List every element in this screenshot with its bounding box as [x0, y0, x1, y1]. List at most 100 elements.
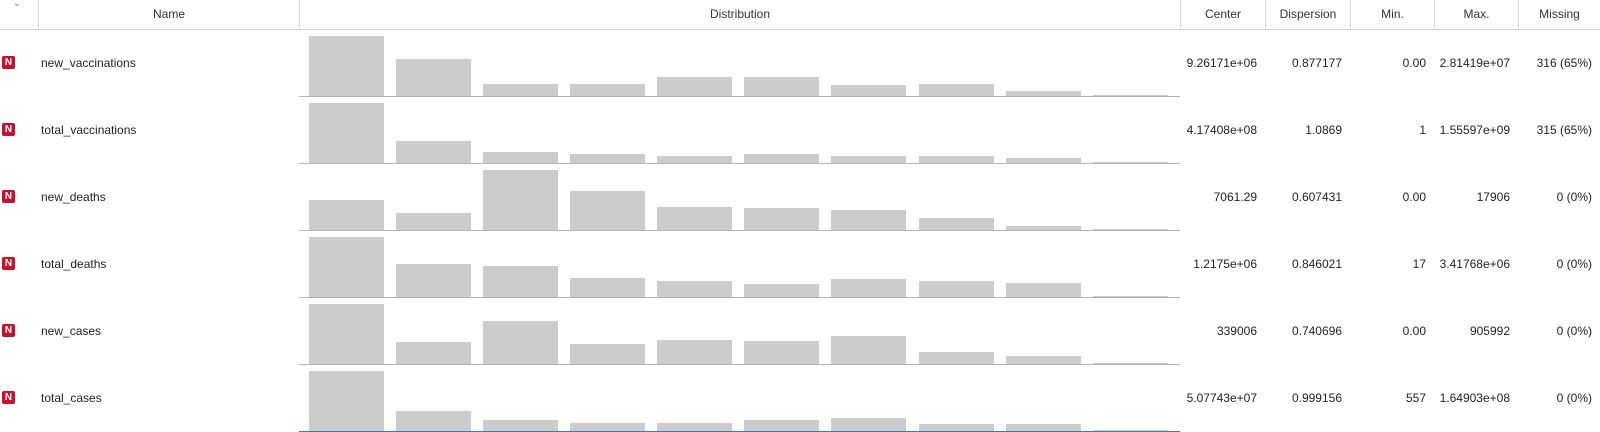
- min-value: 0.00: [1402, 56, 1426, 70]
- table-row[interactable]: Ntotal_deaths 1.2175e+06 0.846021 17 3.41768…: [0, 231, 1600, 298]
- histogram-bar: [483, 84, 558, 96]
- histogram-bar: [1006, 90, 1081, 96]
- histogram-bar: [396, 213, 471, 230]
- table-row[interactable]: Nnew_vaccinations 9.26171e+06 0.877177 0.00…: [0, 30, 1600, 97]
- table-row[interactable]: Nnew_deaths 7061.29 0.607431 0.00 17906 0 (0%…: [0, 164, 1600, 231]
- max-value: 3.41768e+06: [1439, 257, 1510, 271]
- dispersion-value: 0.846021: [1291, 257, 1342, 271]
- variable-name: new_cases: [41, 324, 102, 338]
- histogram-bar: [483, 320, 558, 364]
- center-value: 4.17408e+08: [1186, 123, 1257, 137]
- histogram-bar: [657, 76, 732, 96]
- histogram-bar: [483, 265, 558, 297]
- numeric-type-badge: N: [2, 190, 15, 203]
- histogram-bar: [919, 423, 994, 431]
- dispersion-value: 1.0869: [1305, 123, 1342, 137]
- distribution-histogram: [299, 97, 1180, 164]
- variable-name: new_vaccinations: [41, 56, 136, 70]
- histogram-bar: [1093, 363, 1168, 364]
- variable-name: total_cases: [41, 391, 102, 405]
- missing-value: 0 (0%): [1556, 391, 1592, 405]
- table-header: ⌄ Name Distribution Center Dispersion Mi…: [0, 0, 1600, 30]
- missing-value: 315 (65%): [1536, 123, 1592, 137]
- chevron-down-icon[interactable]: ⌄: [10, 0, 24, 10]
- min-value: 557: [1405, 391, 1426, 405]
- histogram-bar: [744, 340, 819, 364]
- histogram-bar: [1006, 225, 1081, 230]
- histogram-bar: [1006, 283, 1081, 297]
- dispersion-value: 0.607431: [1291, 190, 1342, 204]
- numeric-type-badge: N: [2, 123, 15, 136]
- dispersion-value: 0.740696: [1291, 324, 1342, 338]
- distribution-histogram: [299, 164, 1180, 231]
- max-value: 905992: [1469, 324, 1510, 338]
- histogram-bar: [744, 283, 819, 297]
- distribution-histogram: [299, 298, 1180, 365]
- histogram-bar: [919, 352, 994, 364]
- missing-value: 0 (0%): [1556, 190, 1592, 204]
- histogram-bar: [919, 84, 994, 96]
- center-value: 5.07743e+07: [1186, 391, 1257, 405]
- histogram-bar: [657, 207, 732, 230]
- table-row[interactable]: Ntotal_vaccinations 4.17408e+08 1.0869 1 1.5…: [0, 97, 1600, 164]
- histogram-bar: [483, 420, 558, 431]
- center-value: 9.26171e+06: [1186, 56, 1257, 70]
- histogram-bar: [1093, 95, 1168, 96]
- column-header-center[interactable]: Center: [1180, 0, 1265, 29]
- histogram-bar: [744, 76, 819, 96]
- column-header-max[interactable]: Max.: [1434, 0, 1518, 29]
- min-value: 0.00: [1402, 324, 1426, 338]
- histogram-bar: [570, 277, 645, 297]
- histogram-bar: [919, 218, 994, 230]
- histogram-bar: [831, 418, 906, 431]
- variable-name: total_deaths: [41, 257, 107, 271]
- histogram-bar: [1006, 158, 1081, 163]
- dispersion-value: 0.877177: [1291, 56, 1342, 70]
- column-header-min[interactable]: Min.: [1350, 0, 1434, 29]
- min-value: 0.00: [1402, 190, 1426, 204]
- histogram-bar: [570, 154, 645, 163]
- min-value: 17: [1412, 257, 1426, 271]
- histogram-bar: [744, 208, 819, 230]
- histogram-bar: [744, 154, 819, 163]
- histogram-bar: [744, 420, 819, 431]
- numeric-type-badge: N: [2, 56, 15, 69]
- numeric-type-badge: N: [2, 391, 15, 404]
- histogram-bar: [570, 191, 645, 230]
- column-header-name[interactable]: Name: [38, 0, 299, 29]
- histogram-bar: [309, 36, 384, 96]
- histogram-bar: [1006, 424, 1081, 431]
- histogram-bar: [396, 264, 471, 297]
- histogram-bar: [570, 84, 645, 96]
- histogram-bar: [309, 200, 384, 230]
- table-row[interactable]: Ntotal_cases 5.07743e+07 0.999156 557 1.6490…: [0, 365, 1600, 432]
- histogram-bar: [831, 210, 906, 230]
- distribution-histogram: [299, 30, 1180, 97]
- missing-value: 0 (0%): [1556, 257, 1592, 271]
- histogram-bar: [570, 344, 645, 364]
- histogram-bar: [831, 336, 906, 364]
- table-row[interactable]: Nnew_cases 339006 0.740696 0.00 905992 0 (0%): [0, 298, 1600, 365]
- histogram-bar: [1006, 355, 1081, 364]
- max-value: 17906: [1476, 190, 1510, 204]
- column-header-distribution[interactable]: Distribution: [299, 0, 1180, 29]
- histogram-bar: [570, 422, 645, 431]
- histogram-bar: [831, 279, 906, 297]
- missing-value: 316 (65%): [1536, 56, 1592, 70]
- histogram-bar: [309, 371, 384, 431]
- max-value: 1.64903e+08: [1439, 391, 1510, 405]
- histogram-bar: [657, 340, 732, 364]
- histogram-bar: [1093, 229, 1168, 230]
- histogram-bar: [309, 237, 384, 297]
- min-value: 1: [1419, 123, 1426, 137]
- histogram-bar: [657, 281, 732, 297]
- numeric-type-badge: N: [2, 257, 15, 270]
- column-header-missing[interactable]: Missing: [1518, 0, 1600, 29]
- histogram-bar: [831, 84, 906, 96]
- histogram-bar: [396, 58, 471, 96]
- variable-name: total_vaccinations: [41, 123, 137, 137]
- distribution-histogram: [299, 231, 1180, 298]
- histogram-bar: [657, 155, 732, 163]
- column-header-dispersion[interactable]: Dispersion: [1265, 0, 1350, 29]
- histogram-bar: [919, 280, 994, 297]
